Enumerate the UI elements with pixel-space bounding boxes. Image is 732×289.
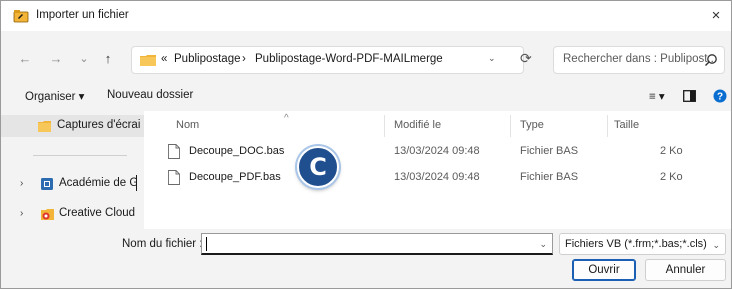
sidebar-divider — [33, 155, 127, 156]
filename-label: Nom du fichier : — [122, 238, 203, 250]
sidebar-item-label: Captures d'écrai — [57, 119, 141, 131]
sidebar-item-academie[interactable]: › Académie de Gr — [1, 173, 144, 195]
breadcrumb-item-current[interactable]: Publipostage-Word-PDF-MAILmerge — [255, 53, 443, 65]
chevron-down-icon: ⌄ — [712, 240, 720, 250]
filename-field[interactable]: ⌄ — [201, 233, 553, 255]
view-icon[interactable]: ≡ ▾ — [649, 89, 665, 103]
open-button[interactable]: Ouvrir — [572, 259, 636, 281]
column-header-modified[interactable]: Modifié le — [394, 119, 441, 131]
search-icon[interactable] — [704, 53, 718, 67]
window-title: Importer un fichier — [36, 9, 129, 21]
file-row[interactable]: Decoupe_DOC.bas 13/03/2024 09:48 Fichier… — [164, 141, 724, 165]
close-icon[interactable]: × — [707, 7, 725, 25]
column-header-name[interactable]: Nom ^ — [176, 113, 289, 131]
file-size: 2 Ko — [660, 145, 683, 157]
address-bar[interactable]: « Publipostage › Publipostage-Word-PDF-M… — [131, 46, 524, 74]
text-caret — [206, 237, 207, 251]
help-icon[interactable]: ? — [713, 89, 727, 103]
sidebar-resize-handle[interactable] — [136, 175, 137, 191]
refresh-icon[interactable]: ⟳ — [520, 50, 532, 67]
navigation-bar: ← → ⌄ ↑ « Publipostage › Publipostage-Wo… — [1, 31, 731, 81]
file-icon — [168, 170, 180, 185]
import-file-dialog: Importer un fichier × ← → ⌄ ↑ « Publipos… — [0, 0, 732, 289]
sidebar-item-label: Creative Cloud F — [59, 207, 139, 219]
svg-text:?: ? — [717, 92, 723, 103]
column-divider[interactable] — [384, 115, 385, 137]
dialog-footer: Nom du fichier : ⌄ Fichiers VB (*.frm;*.… — [1, 229, 731, 288]
app-icon — [13, 10, 29, 23]
search-placeholder: Rechercher dans : Publipost... — [563, 53, 718, 65]
column-header-size[interactable]: Taille — [614, 119, 639, 131]
filetype-select[interactable]: Fichiers VB (*.frm;*.bas;*.cls) ⌄ — [559, 233, 726, 255]
sidebar-item-creative-cloud[interactable]: › Creative Cloud F — [1, 203, 144, 225]
creative-cloud-icon — [41, 209, 54, 220]
address-dropdown-icon[interactable]: ⌄ — [488, 53, 502, 64]
column-divider[interactable] — [607, 115, 608, 137]
breadcrumb-separator: › — [242, 53, 246, 65]
preview-pane-icon[interactable] — [683, 90, 696, 102]
file-type: Fichier BAS — [520, 145, 579, 157]
column-header-type[interactable]: Type — [520, 119, 544, 131]
new-folder-button[interactable]: Nouveau dossier — [107, 89, 193, 101]
file-size: 2 Ko — [660, 171, 683, 183]
file-type: Fichier BAS — [520, 171, 579, 183]
search-box[interactable]: Rechercher dans : Publipost... — [553, 46, 725, 74]
file-name: Decoupe_DOC.bas — [189, 145, 285, 157]
cancel-button[interactable]: Annuler — [645, 259, 726, 281]
file-list: Nom ^ Modifié le Type Taille Decoupe_DOC… — [144, 111, 731, 229]
history-icon[interactable]: ⌄ — [76, 51, 92, 67]
column-divider[interactable] — [510, 115, 511, 137]
badge-c: C — [297, 146, 339, 188]
sidebar-item-label: Académie de Gr — [59, 177, 137, 189]
file-modified: 13/03/2024 09:48 — [394, 145, 480, 157]
chevron-down-icon[interactable]: ⌄ — [539, 239, 547, 250]
sort-ascending-icon: ^ — [284, 113, 289, 124]
folder-icon — [38, 121, 51, 132]
file-row[interactable]: Decoupe_PDF.bas 13/03/2024 09:48 Fichier… — [164, 167, 724, 191]
filetype-value: Fichiers VB (*.frm;*.bas;*.cls) — [565, 238, 707, 250]
forward-icon[interactable]: → — [48, 51, 64, 67]
organize-menu[interactable]: Organiser ▾ — [25, 89, 84, 103]
navigation-pane: Captures d'écrai › Académie de Gr › Crea… — [1, 111, 144, 229]
command-bar: Organiser ▾ Nouveau dossier ≡ ▾ ? — [1, 81, 731, 111]
up-icon[interactable]: ↑ — [100, 51, 116, 67]
breadcrumb-overflow[interactable]: « — [161, 53, 167, 65]
notebook-icon — [41, 178, 53, 190]
sidebar-item-captures[interactable]: Captures d'écrai — [1, 115, 144, 137]
chevron-right-icon[interactable]: › — [20, 208, 23, 219]
folder-icon — [140, 55, 156, 66]
breadcrumb-item-publipostage[interactable]: Publipostage — [174, 53, 241, 65]
chevron-right-icon[interactable]: › — [20, 178, 23, 189]
column-header-label: Nom — [176, 119, 200, 131]
file-icon — [168, 144, 180, 159]
file-name: Decoupe_PDF.bas — [189, 171, 281, 183]
title-bar: Importer un fichier × — [1, 1, 731, 31]
file-modified: 13/03/2024 09:48 — [394, 171, 480, 183]
back-icon[interactable]: ← — [17, 51, 33, 67]
